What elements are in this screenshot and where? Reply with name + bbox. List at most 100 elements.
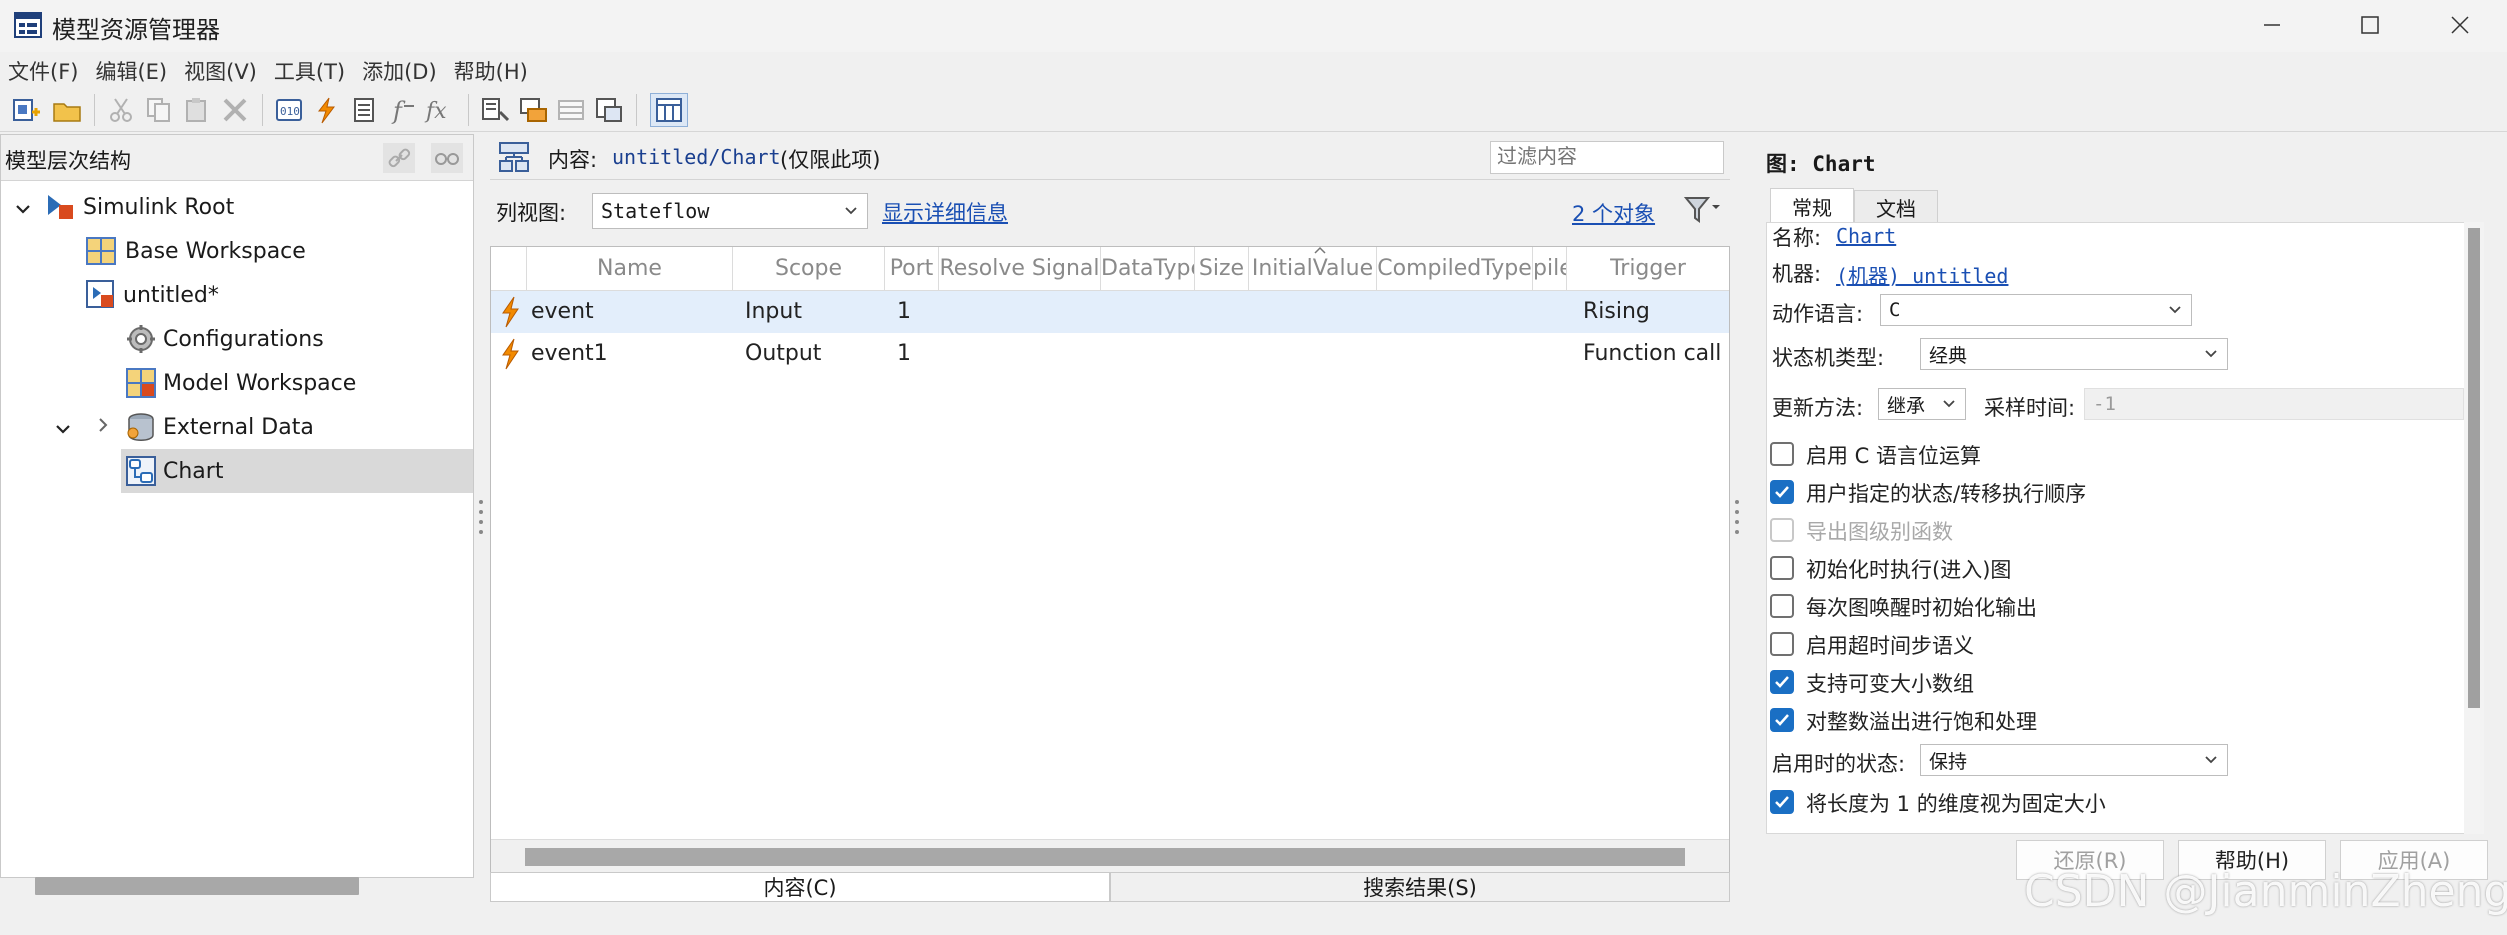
- tree-item-chart[interactable]: Chart: [125, 451, 223, 491]
- message-icon: [354, 98, 374, 122]
- app-icon: [14, 12, 42, 38]
- update-method-select[interactable]: 继承: [1878, 388, 1966, 420]
- enable-state-value: 保持: [1929, 750, 1968, 773]
- tree-item-model-workspace[interactable]: Model Workspace: [125, 363, 356, 403]
- delete-button[interactable]: [218, 93, 252, 127]
- cell-port: 1: [897, 299, 911, 324]
- add-fx-button[interactable]: fx: [424, 93, 458, 127]
- column-header-compiledtype[interactable]: CompiledType: [1377, 247, 1533, 291]
- column-header-compile[interactable]: pile: [1533, 247, 1567, 291]
- column-header-scope[interactable]: Scope: [733, 247, 885, 291]
- menu-view[interactable]: 视图(V): [184, 56, 257, 86]
- properties-scrollbar-track: [2464, 222, 2484, 834]
- bus-editor-button[interactable]: [516, 93, 550, 127]
- add-message-button[interactable]: [348, 93, 382, 127]
- chevron-down-icon: [1943, 400, 1955, 408]
- search-replace-button[interactable]: [478, 93, 512, 127]
- copy-button[interactable]: [142, 93, 176, 127]
- left-horizontal-scrollbar[interactable]: [35, 877, 359, 895]
- menu-add[interactable]: 添加(D): [362, 56, 437, 86]
- bitops-checkbox[interactable]: [1770, 442, 1794, 466]
- super-step-checkbox[interactable]: [1770, 632, 1794, 656]
- column-header-trigger[interactable]: Trigger: [1567, 247, 1729, 291]
- minimize-button[interactable]: [2224, 0, 2320, 50]
- properties-vertical-scrollbar[interactable]: [2468, 228, 2480, 708]
- machine-link[interactable]: (机器) untitled: [1836, 260, 2008, 289]
- tree-label: Base Workspace: [125, 238, 306, 264]
- tree-label: untitled*: [123, 282, 219, 308]
- right-splitter-grip[interactable]: [1734, 496, 1740, 540]
- chevron-down-icon[interactable]: [53, 419, 73, 439]
- menu-tools[interactable]: 工具(T): [274, 56, 345, 86]
- column-header-name[interactable]: Name: [527, 247, 733, 291]
- tree-item-untitled[interactable]: untitled*: [85, 275, 219, 315]
- properties-button[interactable]: [592, 93, 626, 127]
- tree-label: Simulink Root: [83, 194, 235, 220]
- dialog-view-toggle[interactable]: [650, 93, 688, 127]
- table-horizontal-scrollbar[interactable]: [525, 848, 1685, 866]
- action-language-select[interactable]: C: [1880, 294, 2192, 326]
- tab-contents[interactable]: 内容(C): [490, 872, 1110, 902]
- add-data-button[interactable]: 010: [272, 93, 306, 127]
- tab-general[interactable]: 常规: [1770, 188, 1854, 224]
- export-functions-checkbox[interactable]: [1770, 518, 1794, 542]
- tab-documentation[interactable]: 文档: [1854, 190, 1938, 224]
- tab-search-results[interactable]: 搜索结果(S): [1110, 872, 1730, 902]
- chevron-down-icon[interactable]: [13, 199, 33, 219]
- link-button[interactable]: [383, 143, 415, 173]
- cut-button[interactable]: [104, 93, 138, 127]
- execute-at-init-checkbox[interactable]: [1770, 556, 1794, 580]
- table-row[interactable]: event1 Output 1 Function call: [491, 333, 1729, 375]
- show-hide-button[interactable]: [431, 143, 463, 173]
- maximize-button[interactable]: [2322, 0, 2418, 50]
- state-machine-type-label: 状态机类型:: [1772, 346, 1885, 370]
- event-icon: [502, 296, 519, 328]
- chevron-down-icon: [2205, 350, 2217, 358]
- init-outputs-checkbox[interactable]: [1770, 594, 1794, 618]
- fixed-dim-checkbox[interactable]: [1770, 790, 1794, 814]
- filter-button[interactable]: [1682, 193, 1722, 229]
- user-exec-order-checkbox[interactable]: [1770, 480, 1794, 504]
- tree-item-configurations[interactable]: Configurations: [125, 319, 324, 359]
- enable-state-select[interactable]: 保持: [1920, 744, 2228, 776]
- add-function-button[interactable]: f: [386, 93, 420, 127]
- menu-edit[interactable]: 编辑(E): [95, 56, 167, 86]
- paste-button[interactable]: [180, 93, 214, 127]
- menu-help[interactable]: 帮助(H): [454, 56, 528, 86]
- tree-item-simulink-root[interactable]: Simulink Root: [45, 187, 234, 227]
- saturate-overflow-checkbox[interactable]: [1770, 708, 1794, 732]
- column-header-icon[interactable]: [491, 247, 527, 291]
- open-button[interactable]: [50, 93, 84, 127]
- new-model-button[interactable]: [10, 93, 44, 127]
- sample-time-field[interactable]: -1: [2084, 388, 2464, 420]
- cell-port: 1: [897, 341, 911, 366]
- column-header-port[interactable]: Port: [885, 247, 939, 291]
- cut-icon: [110, 98, 132, 122]
- menu-file[interactable]: 文件(F): [8, 56, 78, 86]
- column-header-datatype[interactable]: DataType: [1101, 247, 1195, 291]
- add-event-button[interactable]: [310, 93, 344, 127]
- state-machine-type-select[interactable]: 经典: [1920, 338, 2228, 370]
- object-count-link[interactable]: 2 个对象: [1572, 198, 1655, 228]
- name-link[interactable]: Chart: [1836, 224, 1896, 248]
- variable-size-checkbox[interactable]: [1770, 670, 1794, 694]
- tree-label: External Data: [163, 414, 314, 440]
- table-row[interactable]: event Input 1 Rising: [491, 291, 1729, 333]
- tree-item-base-workspace[interactable]: Base Workspace: [85, 231, 306, 271]
- refresh-button[interactable]: [554, 93, 588, 127]
- column-header-size[interactable]: Size: [1195, 247, 1249, 291]
- column-header-resolve-signal[interactable]: Resolve Signal: [939, 247, 1101, 291]
- svg-text:010: 010: [280, 105, 300, 118]
- chevron-right-icon[interactable]: [93, 415, 113, 435]
- properties-icon: [596, 98, 622, 122]
- show-details-link[interactable]: 显示详细信息: [882, 197, 1008, 227]
- left-splitter-grip[interactable]: [478, 496, 484, 540]
- column-view-select[interactable]: Stateflow: [592, 193, 868, 229]
- close-button[interactable]: [2412, 0, 2507, 50]
- filter-contents-input[interactable]: [1490, 141, 1724, 174]
- tree-item-external-data[interactable]: External Data: [125, 407, 314, 447]
- content-label: 内容:: [548, 148, 598, 172]
- machine-label: 机器:: [1772, 262, 1822, 286]
- contents-table: Name Scope Port Resolve Signal DataType …: [490, 246, 1730, 874]
- filter-funnel-icon: [1683, 197, 1720, 223]
